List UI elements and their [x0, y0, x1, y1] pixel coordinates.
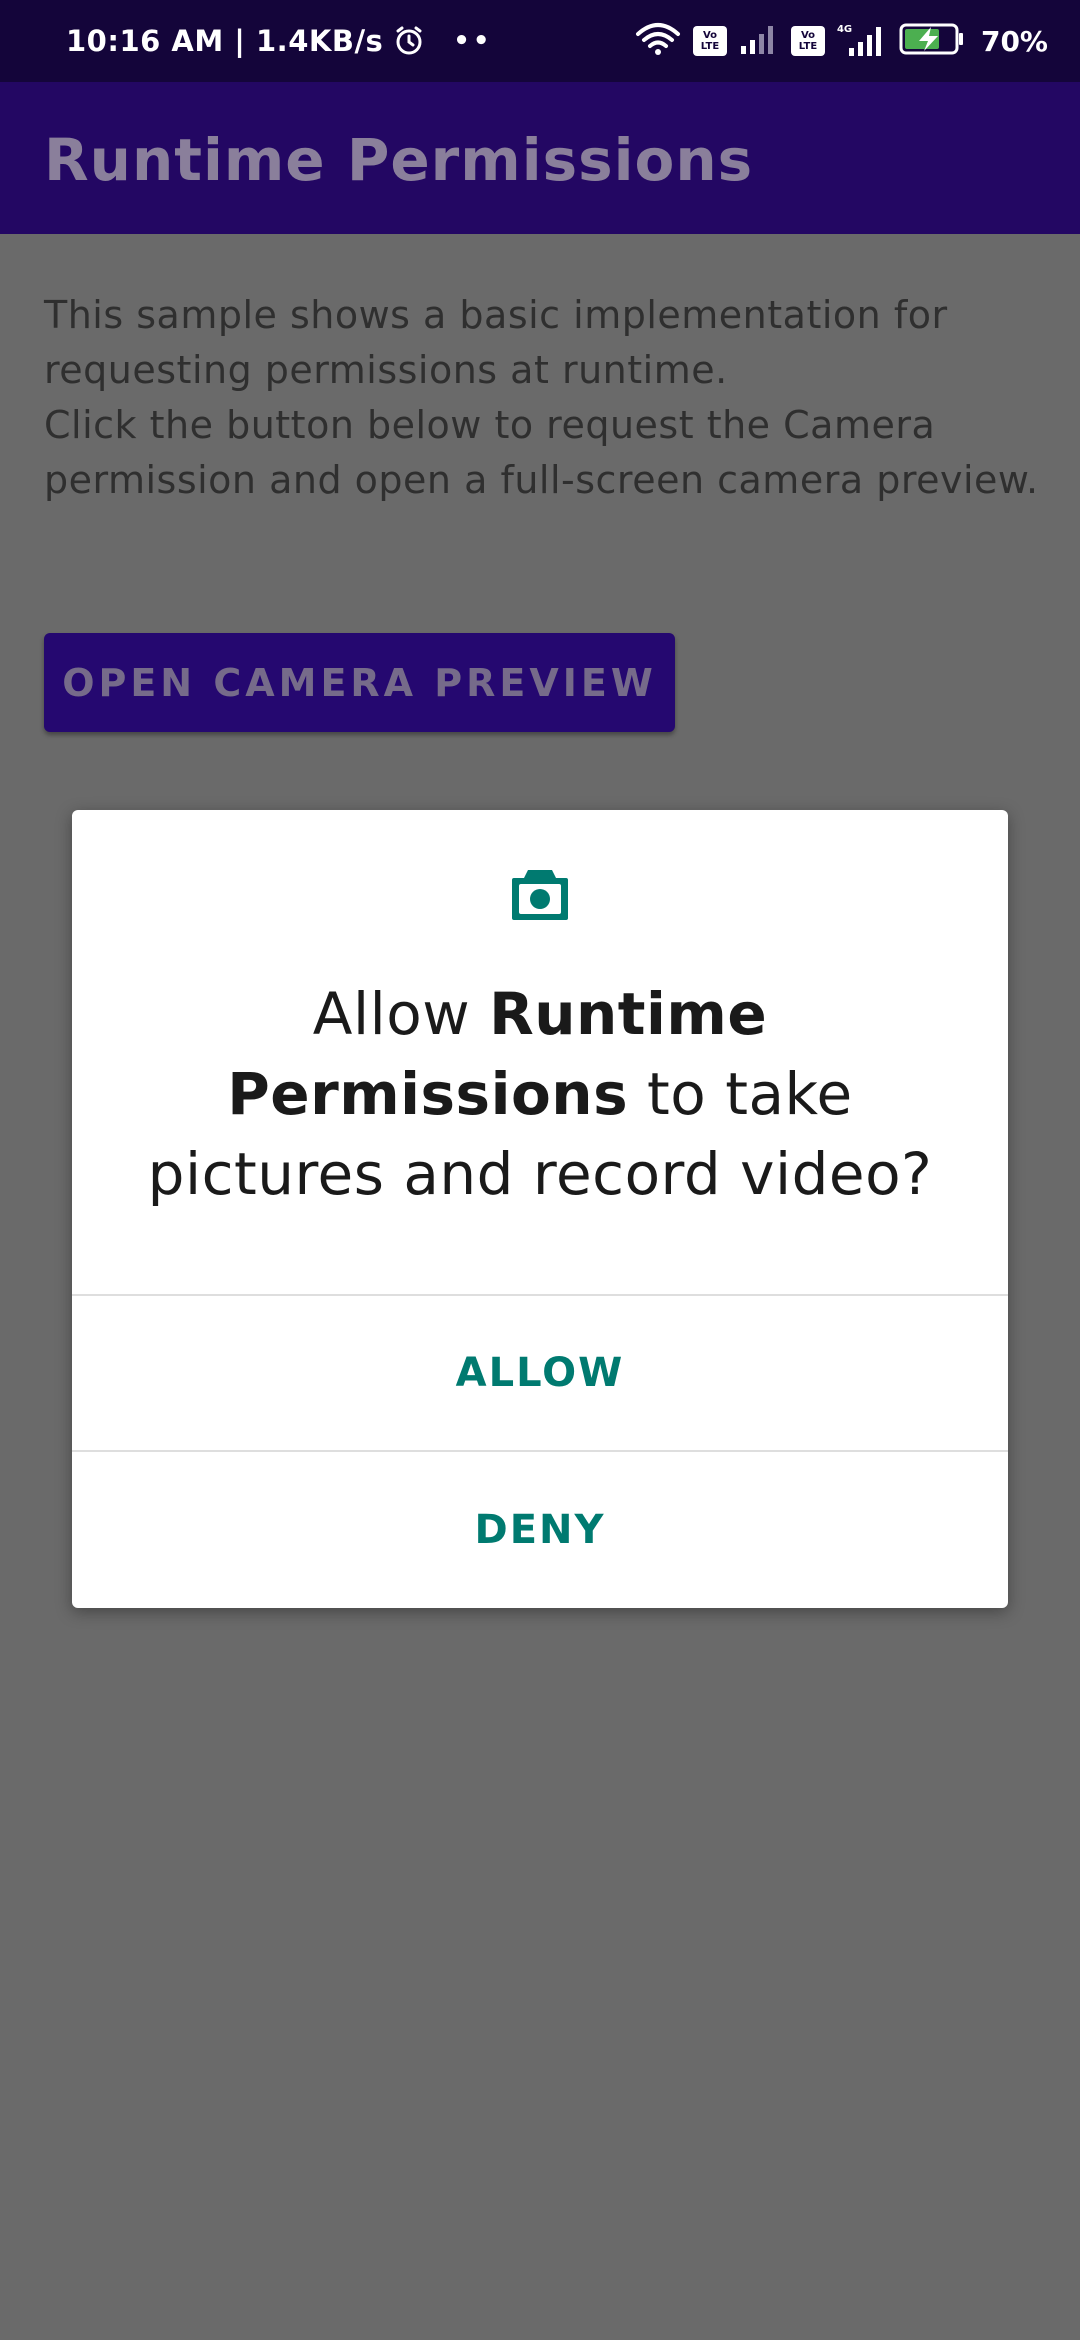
volte-icon: Vo LTE [692, 26, 727, 56]
status-left: 10:16 AM | 1.4KB/s •• [66, 0, 493, 82]
signal-icon [739, 24, 779, 58]
app-title: Runtime Permissions [44, 126, 754, 194]
wifi-icon [635, 22, 681, 60]
battery-percent: 70% [980, 24, 1048, 58]
signal-icon: 4G [837, 24, 887, 58]
description-text: This sample shows a basic implementation… [44, 288, 1044, 508]
volte-icon: Vo LTE [790, 26, 825, 56]
deny-button[interactable]: DENY [72, 1452, 1008, 1608]
description-line-1: This sample shows a basic implementation… [44, 293, 948, 392]
volte-label-bottom: LTE [700, 41, 720, 52]
open-camera-preview-button[interactable]: OPEN CAMERA PREVIEW [44, 633, 675, 732]
app-bar: Runtime Permissions [0, 82, 1080, 234]
volte-label-bottom: LTE [798, 41, 818, 52]
dialog-message-prefix: Allow [312, 980, 490, 1048]
screen: 10:16 AM | 1.4KB/s •• Vo LTE Vo LTE 4G 7… [0, 0, 1080, 2340]
alarm-icon [393, 25, 425, 57]
description-line-2: Click the button below to request the Ca… [44, 403, 1039, 502]
notification-dots: •• [453, 26, 493, 56]
allow-button[interactable]: ALLOW [72, 1296, 1008, 1450]
camera-icon [510, 866, 570, 922]
volte-label-top: Vo [800, 30, 815, 41]
dialog-message: Allow Runtime Permissions to take pictur… [112, 974, 968, 1214]
volte-label-top: Vo [702, 30, 717, 41]
status-time-speed: 10:16 AM | 1.4KB/s [66, 24, 384, 58]
battery-charging-icon [899, 22, 965, 60]
permission-dialog: Allow Runtime Permissions to take pictur… [72, 810, 1008, 1608]
status-bar: 10:16 AM | 1.4KB/s •• Vo LTE Vo LTE 4G 7… [0, 0, 1080, 82]
status-right: Vo LTE Vo LTE 4G 70% [635, 0, 1048, 82]
